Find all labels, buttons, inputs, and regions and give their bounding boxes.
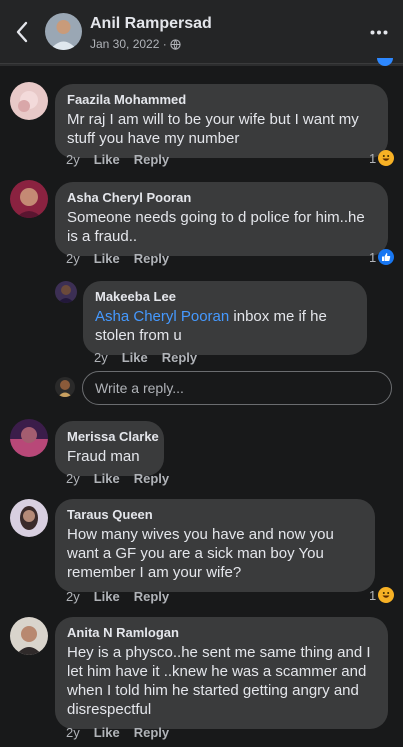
avatar[interactable]	[10, 419, 48, 457]
comment-author[interactable]: Asha Cheryl Pooran	[67, 190, 376, 205]
reaction-count[interactable]: 1	[369, 249, 395, 265]
scroll-cutoff-divider	[0, 64, 403, 66]
mention-link[interactable]: Asha Cheryl Pooran	[95, 308, 229, 325]
comment-text: Fraud man	[67, 448, 140, 465]
comment-author[interactable]: Faazila Mohammed	[67, 92, 376, 107]
globe-icon	[170, 38, 181, 50]
comment-age: 2y	[66, 471, 80, 486]
haha-icon	[378, 150, 395, 166]
like-button[interactable]: Like	[94, 589, 120, 604]
comment-bubble[interactable]: Taraus Queen How many wives you have and…	[55, 499, 375, 592]
comment-author[interactable]: Taraus Queen	[67, 507, 363, 522]
like-button[interactable]: Like	[122, 350, 148, 365]
reaction-count[interactable]: 1	[369, 150, 395, 166]
comment-text: Someone needs going to d police for him.…	[67, 209, 365, 245]
comment-actions: 2y Like Reply	[66, 251, 169, 266]
reaction-count-text: 1	[369, 587, 377, 603]
comment-actions: 2y Like Reply	[94, 350, 197, 365]
like-button[interactable]: Like	[94, 251, 120, 266]
comment-actions: 2y Like Reply	[66, 471, 169, 486]
post-header: Anil Rampersad Jan 30, 2022 ·	[0, 0, 403, 64]
author-name[interactable]: Anil Rampersad	[90, 15, 212, 33]
reply-button[interactable]: Reply	[134, 589, 169, 604]
avatar[interactable]	[10, 82, 48, 120]
reply-placeholder: Write a reply...	[95, 380, 184, 396]
comment-bubble[interactable]: Anita N Ramlogan Hey is a physco..he sen…	[55, 617, 388, 729]
reply-button[interactable]: Reply	[134, 471, 169, 486]
comment-author[interactable]: Merissa Clarke	[67, 429, 159, 444]
reply-button[interactable]: Reply	[162, 350, 197, 365]
reply-input[interactable]: Write a reply...	[82, 371, 392, 405]
more-options-button[interactable]	[365, 22, 393, 42]
more-dots-icon	[370, 30, 388, 34]
reaction-count-text: 1	[369, 249, 377, 265]
post-date: Jan 30, 2022 ·	[90, 37, 181, 51]
avatar[interactable]	[10, 180, 48, 218]
comment-author[interactable]: Makeeba Lee	[95, 289, 355, 304]
comment-actions: 2y Like Reply	[66, 725, 169, 740]
avatar[interactable]	[10, 617, 48, 655]
chevron-left-icon	[16, 21, 28, 43]
author-avatar[interactable]	[45, 13, 82, 50]
comment-age: 2y	[66, 589, 80, 604]
reply-button[interactable]: Reply	[134, 725, 169, 740]
like-button[interactable]: Like	[94, 152, 120, 167]
like-button[interactable]: Like	[94, 471, 120, 486]
comment-author[interactable]: Anita N Ramlogan	[67, 625, 376, 640]
avatar[interactable]	[55, 281, 77, 303]
avatar[interactable]	[10, 499, 48, 537]
comment-age: 2y	[66, 152, 80, 167]
like-icon	[378, 249, 395, 265]
reply-bubble[interactable]: Makeeba Lee Asha Cheryl Pooran inbox me …	[83, 281, 367, 355]
reaction-count[interactable]: 1	[369, 587, 395, 603]
back-button[interactable]	[8, 16, 36, 48]
like-button[interactable]: Like	[94, 725, 120, 740]
reply-button[interactable]: Reply	[134, 251, 169, 266]
reply-button[interactable]: Reply	[134, 152, 169, 167]
comment-age: 2y	[66, 725, 80, 740]
comment-bubble[interactable]: Merissa Clarke Fraud man	[55, 421, 164, 476]
comment-text: Hey is a physco..he sent me same thing a…	[67, 644, 371, 718]
reaction-count-text: 1	[369, 150, 377, 166]
comment-bubble[interactable]: Faazila Mohammed Mr raj I am will to be …	[55, 84, 388, 158]
comment-text: How many wives you have and now you want…	[67, 526, 334, 581]
comment-text: Mr raj I am will to be your wife but I w…	[67, 111, 359, 147]
comment-text: Asha Cheryl Pooran inbox me if he stolen…	[95, 307, 355, 345]
comment-age: 2y	[66, 251, 80, 266]
current-user-avatar	[55, 377, 75, 397]
comment-bubble[interactable]: Asha Cheryl Pooran Someone needs going t…	[55, 182, 388, 256]
comment-actions: 2y Like Reply	[66, 589, 169, 604]
post-date-text: Jan 30, 2022 ·	[90, 37, 167, 51]
comment-actions: 2y Like Reply	[66, 152, 169, 167]
haha-icon	[378, 587, 395, 603]
comment-age: 2y	[94, 350, 108, 365]
